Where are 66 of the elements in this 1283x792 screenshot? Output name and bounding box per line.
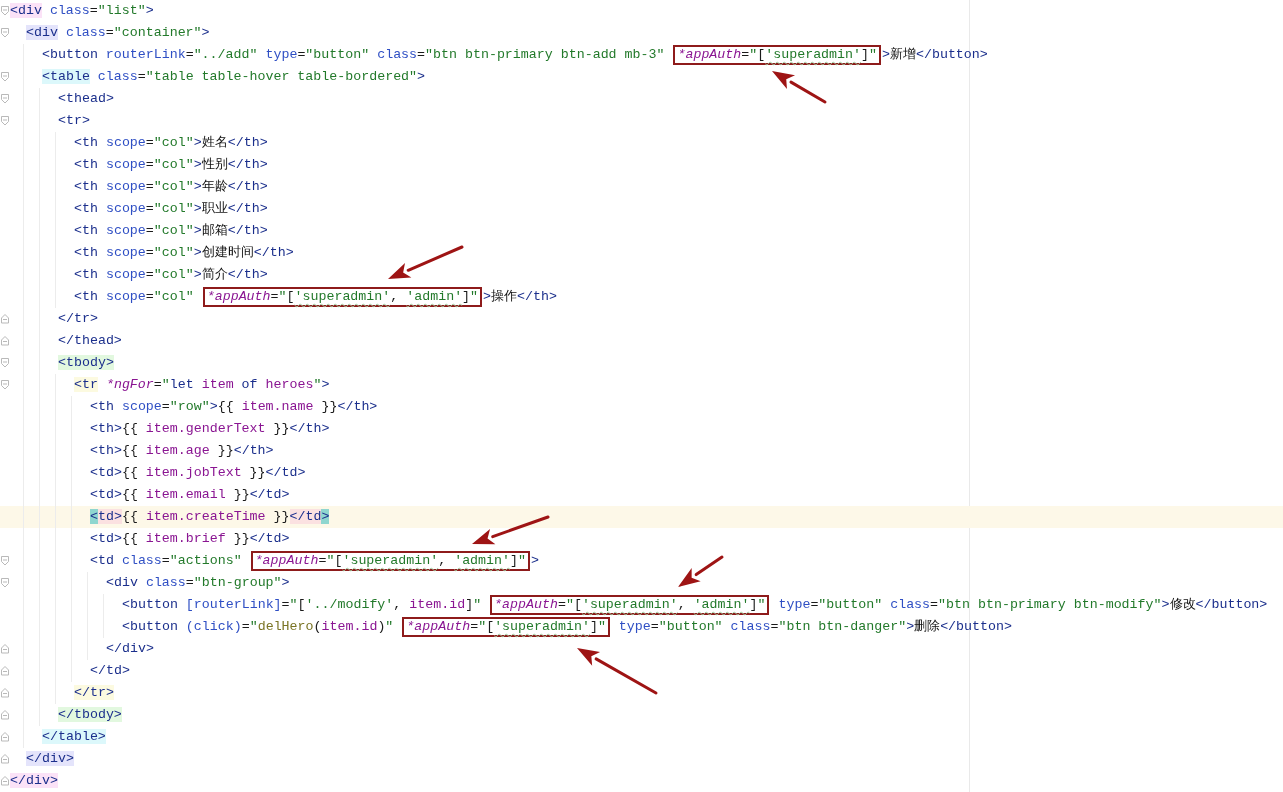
code-text: type="button" class="btn btn-primary btn-modify">修改</button> bbox=[777, 596, 1268, 614]
code-text: <th scope="col">性别</th> bbox=[74, 156, 268, 174]
code-text: >操作</th> bbox=[483, 288, 557, 306]
code-text: </table> bbox=[42, 728, 106, 746]
code-text: > bbox=[531, 552, 539, 570]
code-text: <td>{{ item.brief }}</td> bbox=[90, 530, 290, 548]
code-text: <div class="list"> bbox=[10, 2, 154, 20]
annotation-box: *appAuth="['superadmin']" bbox=[673, 45, 881, 65]
fold-icon[interactable] bbox=[0, 5, 10, 17]
code-text: </div> bbox=[106, 640, 154, 658]
fold-icon[interactable] bbox=[0, 313, 10, 325]
fold-icon[interactable] bbox=[0, 357, 10, 369]
annotation-box: *appAuth="['superadmin']" bbox=[402, 617, 610, 637]
fold-icon[interactable] bbox=[0, 643, 10, 655]
fold-icon[interactable] bbox=[0, 665, 10, 677]
fold-icon[interactable] bbox=[0, 577, 10, 589]
fold-icon[interactable] bbox=[0, 93, 10, 105]
fold-icon[interactable] bbox=[0, 555, 10, 567]
code-text: </td> bbox=[90, 662, 130, 680]
code-text: >新增</button> bbox=[882, 46, 988, 64]
fold-icon[interactable] bbox=[0, 731, 10, 743]
code-text: <th scope="col">姓名</th> bbox=[74, 134, 268, 152]
code-text: <button routerLink="../add" type="button" class="btn btn-primary btn-add mb-3" bbox=[42, 46, 666, 64]
code-text: <div class="btn-group"> bbox=[106, 574, 290, 592]
code-text: <td class="actions" bbox=[90, 552, 243, 570]
code-text: type="button" class="btn btn-danger">删除</button> bbox=[617, 618, 1012, 636]
code-text: <th scope="col">职业</th> bbox=[74, 200, 268, 218]
fold-icon[interactable] bbox=[0, 709, 10, 721]
annotation-arrow bbox=[678, 555, 724, 587]
code-text: </div> bbox=[26, 750, 74, 768]
code-text: </thead> bbox=[58, 332, 122, 350]
code-text: <tbody> bbox=[58, 354, 114, 372]
code-text: <th>{{ item.age }}</th> bbox=[90, 442, 274, 460]
code-text: <table class="table table-hover table-bordered"> bbox=[42, 68, 426, 86]
code-text: </tbody> bbox=[58, 706, 122, 724]
code-text: <th scope="col">年龄</th> bbox=[74, 178, 268, 196]
code-text: </div> bbox=[10, 772, 58, 790]
fold-icon[interactable] bbox=[0, 115, 10, 127]
code-text: </tr> bbox=[74, 684, 114, 702]
fold-icon[interactable] bbox=[0, 379, 10, 391]
code-text: <thead> bbox=[58, 90, 114, 108]
code-text: <td>{{ item.email }}</td> bbox=[90, 486, 290, 504]
fold-icon[interactable] bbox=[0, 335, 10, 347]
code-text: </tr> bbox=[58, 310, 98, 328]
annotation-arrow bbox=[772, 71, 827, 104]
fold-icon[interactable] bbox=[0, 753, 10, 765]
code-text: <td>{{ item.createTime }}</td> bbox=[90, 508, 330, 526]
code-text: <th scope="row">{{ item.name }}</th> bbox=[90, 398, 378, 416]
code-text: <th scope="col">创建时间</th> bbox=[74, 244, 294, 262]
code-text: <td>{{ item.jobText }}</td> bbox=[90, 464, 306, 482]
fold-icon[interactable] bbox=[0, 27, 10, 39]
annotation-box: *appAuth="['superadmin', 'admin']" bbox=[250, 551, 530, 571]
fold-icon[interactable] bbox=[0, 687, 10, 699]
code-text: <th>{{ item.genderText }}</th> bbox=[90, 420, 330, 438]
code-text: <button [routerLink]="['../modify', item.id]" bbox=[122, 596, 483, 614]
code-text: <th scope="col">邮箱</th> bbox=[74, 222, 268, 240]
annotation-box: *appAuth="['superadmin', 'admin']" bbox=[202, 287, 483, 307]
code-text: <div class="container"> bbox=[26, 24, 210, 42]
code-text: <button (click)="delHero(item.id)" bbox=[122, 618, 395, 636]
code-text: <th scope="col">简介</th> bbox=[74, 266, 268, 284]
code-text: <tr *ngFor="let item of heroes"> bbox=[74, 376, 330, 394]
code-text: <tr> bbox=[58, 112, 90, 130]
fold-icon[interactable] bbox=[0, 775, 10, 787]
code-text: <th scope="col" bbox=[74, 288, 195, 306]
fold-icon[interactable] bbox=[0, 71, 10, 83]
annotation-box: *appAuth="['superadmin', 'admin']" bbox=[490, 595, 770, 615]
